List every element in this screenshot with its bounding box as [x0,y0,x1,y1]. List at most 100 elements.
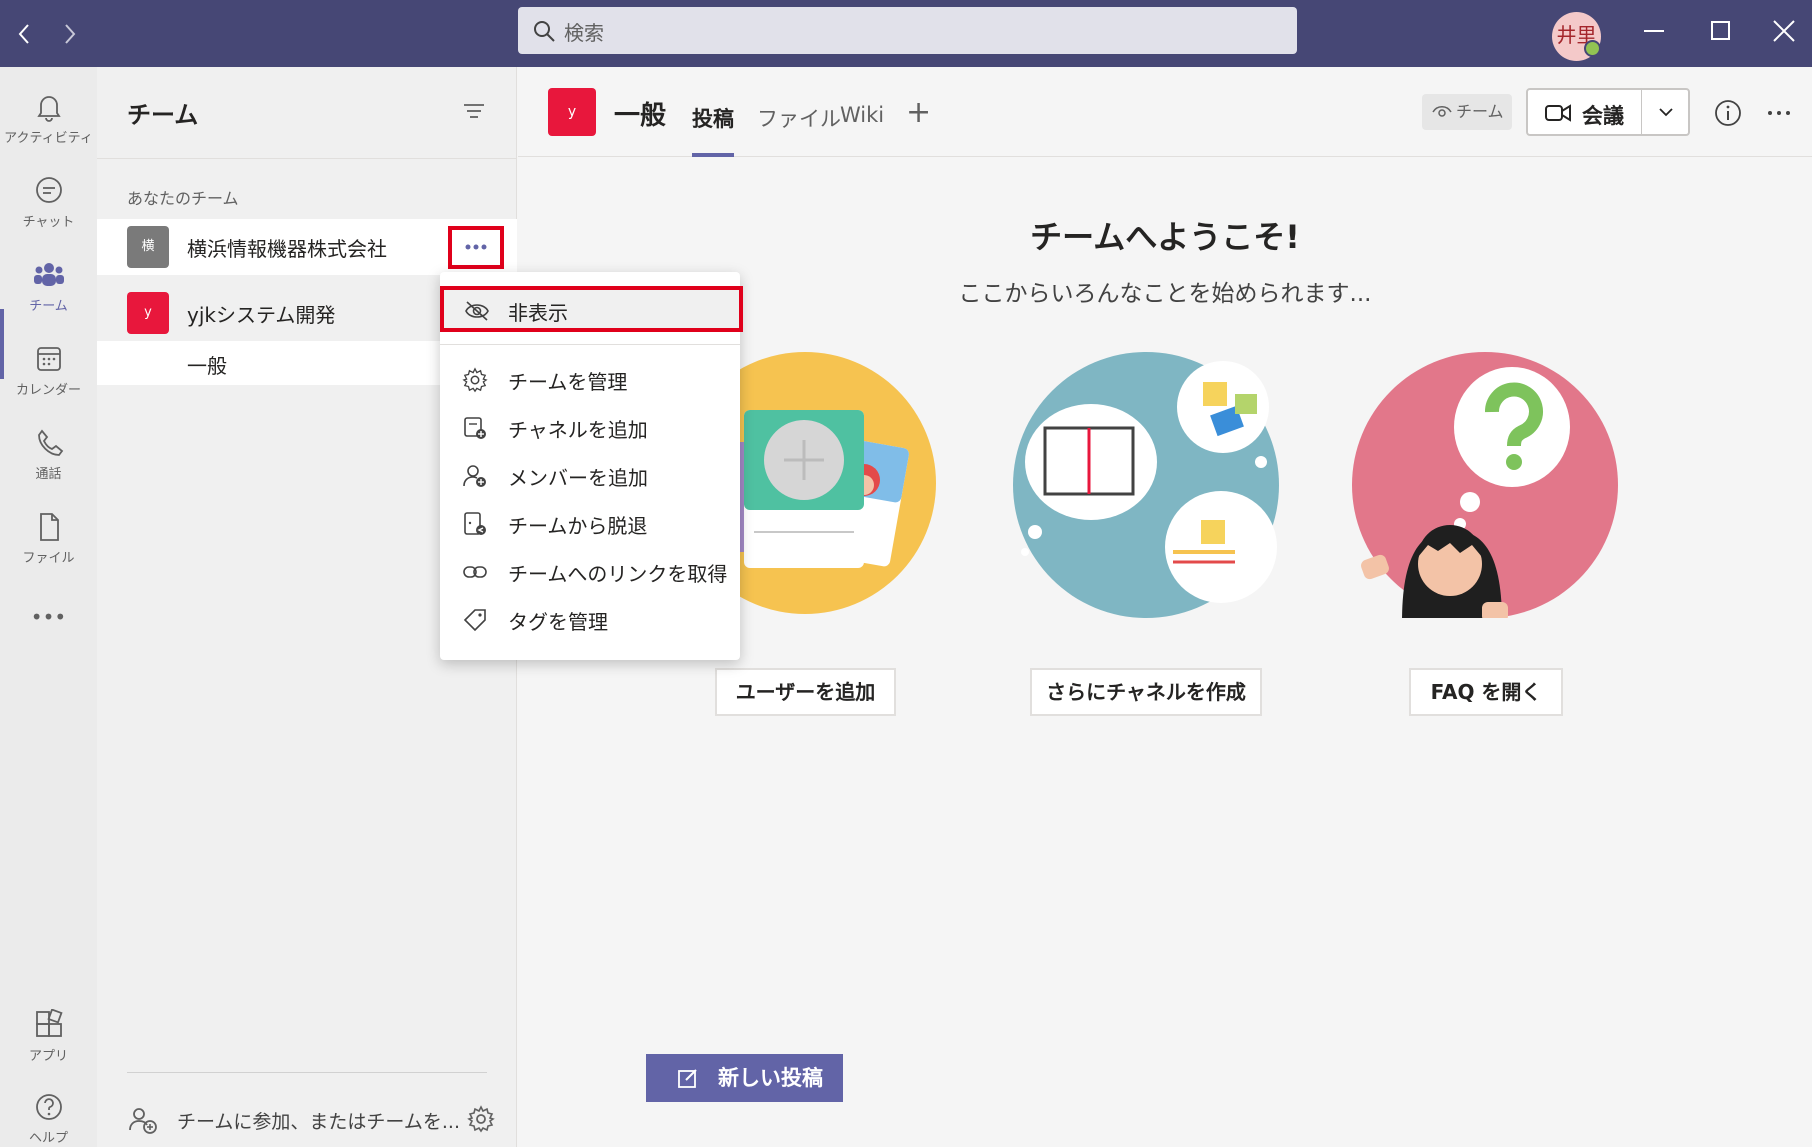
menu-label-get-link: チームへのリンクを取得 [508,562,728,586]
team-avatar: 横 [127,226,169,268]
filter-icon[interactable] [462,100,486,124]
rail-item-apps[interactable]: アプリ [0,997,97,1077]
meet-button[interactable]: 会議 [1526,88,1690,136]
link-icon [463,566,487,578]
gear-icon[interactable] [467,1105,495,1133]
panel-header: チーム [97,67,517,159]
team-more-options-button[interactable] [448,226,504,269]
teams-icon [33,263,64,286]
video-camera-icon [1545,104,1571,122]
tag-icon [463,609,486,632]
meet-split-divider [1641,90,1642,134]
presence-badge [1584,40,1601,57]
active-tab-indicator [692,153,734,157]
rail-item-calls[interactable]: 通話 [0,415,97,495]
chevron-down-icon[interactable] [1656,102,1676,122]
menu-item-add-member[interactable]: メンバーを追加 [440,452,740,498]
menu-label-leave-team: チームから脱退 [508,514,648,538]
welcome-title: チームへようこそ! [1030,218,1300,256]
bell-icon [36,96,61,122]
more-options-icon[interactable] [1764,98,1794,128]
menu-label-add-channel: チャネルを追加 [508,418,648,442]
join-team-label: チームに参加、またはチームを... [177,1111,460,1133]
calendar-icon [36,347,61,371]
rail-label-calendar: カレンダー [15,383,81,398]
title-bar: 検索 井里 [0,0,1812,67]
info-icon[interactable] [1713,98,1743,128]
rail-item-activity[interactable]: アクティビティ [0,79,97,159]
menu-label-manage-tags: タグを管理 [508,610,608,634]
search-input[interactable]: 検索 [518,7,1297,54]
rail-item-teams[interactable]: チーム [0,247,97,327]
gear-icon [462,367,488,393]
chevron-left-icon [18,24,29,44]
team-pill[interactable]: チーム [1422,94,1512,130]
menu-label-hide: 非表示 [508,301,568,325]
create-channels-illustration [1013,352,1279,618]
section-label: あなたのチーム [127,189,239,208]
menu-divider [440,344,740,345]
new-post-label: 新しい投稿 [718,1066,823,1090]
search-placeholder: 検索 [564,21,604,45]
new-post-button[interactable]: 新しい投稿 [646,1054,843,1102]
rail-item-help[interactable]: ヘルプ [0,1079,97,1147]
rail-label-files: ファイル [22,551,75,566]
close-icon[interactable] [1764,14,1804,50]
more-dots-icon [465,244,487,250]
rail-label-teams: チーム [29,299,68,314]
maximize-icon[interactable] [1700,14,1740,50]
chevron-right-icon [65,24,76,44]
tab-posts[interactable]: 投稿 [692,103,734,133]
hide-eye-icon [465,301,489,321]
menu-item-get-link[interactable]: チームへのリンクを取得 [440,548,740,594]
tab-files[interactable]: ファイル [757,103,841,133]
team-name: yjkシステム開発 [187,303,336,327]
rail-label-chat: チャット [22,215,75,230]
eye-icon [1432,106,1452,117]
rail-more-button[interactable]: ••• [0,597,97,637]
channel-title: 一般 [614,101,667,131]
forward-button[interactable] [54,18,84,48]
phone-icon [37,429,63,456]
add-tab-button[interactable]: + [906,95,931,130]
back-button[interactable] [10,18,40,48]
channel-name: 一般 [187,354,227,378]
faq-illustration [1352,352,1618,618]
add-people-icon [129,1108,157,1134]
menu-item-leave-team[interactable]: チームから脱退 [440,500,740,546]
join-or-create-team[interactable]: チームに参加、またはチームを... [127,1100,497,1140]
minimize-icon[interactable] [1634,14,1674,50]
menu-label-manage-team: チームを管理 [508,370,628,394]
menu-item-add-channel[interactable]: チャネルを追加 [440,404,740,450]
meet-label: 会議 [1582,104,1624,128]
team-name: 横浜情報機器株式会社 [187,237,387,261]
chat-icon [35,177,62,203]
team-context-menu: 非表示 チームを管理 チャネルを追加 メンバーを追加 チームから脱退 チームへの… [440,272,743,660]
compose-icon [678,1069,697,1088]
panel-title: チーム [127,101,199,129]
tab-wiki[interactable]: Wiki [840,103,884,127]
divider [127,1072,487,1073]
rail-item-chat[interactable]: チャット [0,163,97,243]
rail-label-help: ヘルプ [28,1131,68,1146]
menu-item-manage-team[interactable]: チームを管理 [440,356,740,402]
rail-item-files[interactable]: ファイル [0,499,97,579]
create-channel-button[interactable]: さらにチャネルを作成 [1030,668,1262,716]
team-pill-label: チーム [1456,102,1504,121]
apps-icon [35,1009,63,1037]
channel-header: y 一般 投稿 ファイル Wiki + チーム 会議 [518,67,1812,157]
add-member-icon [463,465,486,487]
help-icon [35,1094,62,1120]
menu-item-hide[interactable]: 非表示 [440,286,743,332]
rail-label-activity: アクティビティ [4,131,93,146]
rail-label-calls: 通話 [35,467,62,482]
open-faq-button[interactable]: FAQ を開く [1409,668,1563,716]
rail-item-calendar[interactable]: カレンダー [0,331,97,411]
team-avatar: y [127,292,169,334]
rail-label-apps: アプリ [28,1049,68,1064]
more-icon: ••• [30,605,67,629]
search-icon [534,21,555,42]
add-users-button[interactable]: ユーザーを追加 [715,668,896,716]
menu-item-manage-tags[interactable]: タグを管理 [440,596,740,642]
leave-team-icon [464,512,486,535]
